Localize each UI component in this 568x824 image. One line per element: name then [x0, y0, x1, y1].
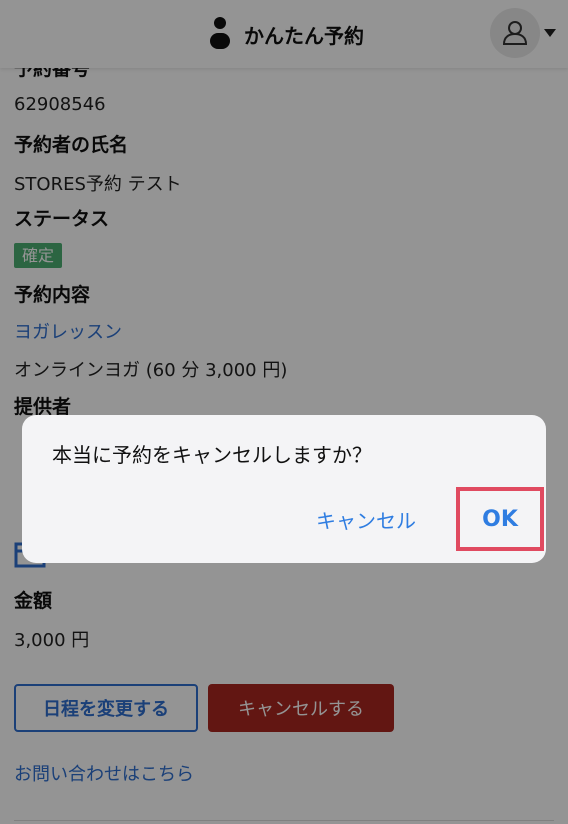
modal-overlay	[0, 0, 568, 824]
dialog-message: 本当に予約をキャンセルしますか？	[52, 443, 372, 467]
confirm-dialog: 本当に予約をキャンセルしますか？ キャンセル OK	[22, 415, 546, 563]
dialog-cancel-button[interactable]: キャンセル	[316, 505, 416, 534]
dialog-ok-button[interactable]: OK	[456, 487, 544, 551]
